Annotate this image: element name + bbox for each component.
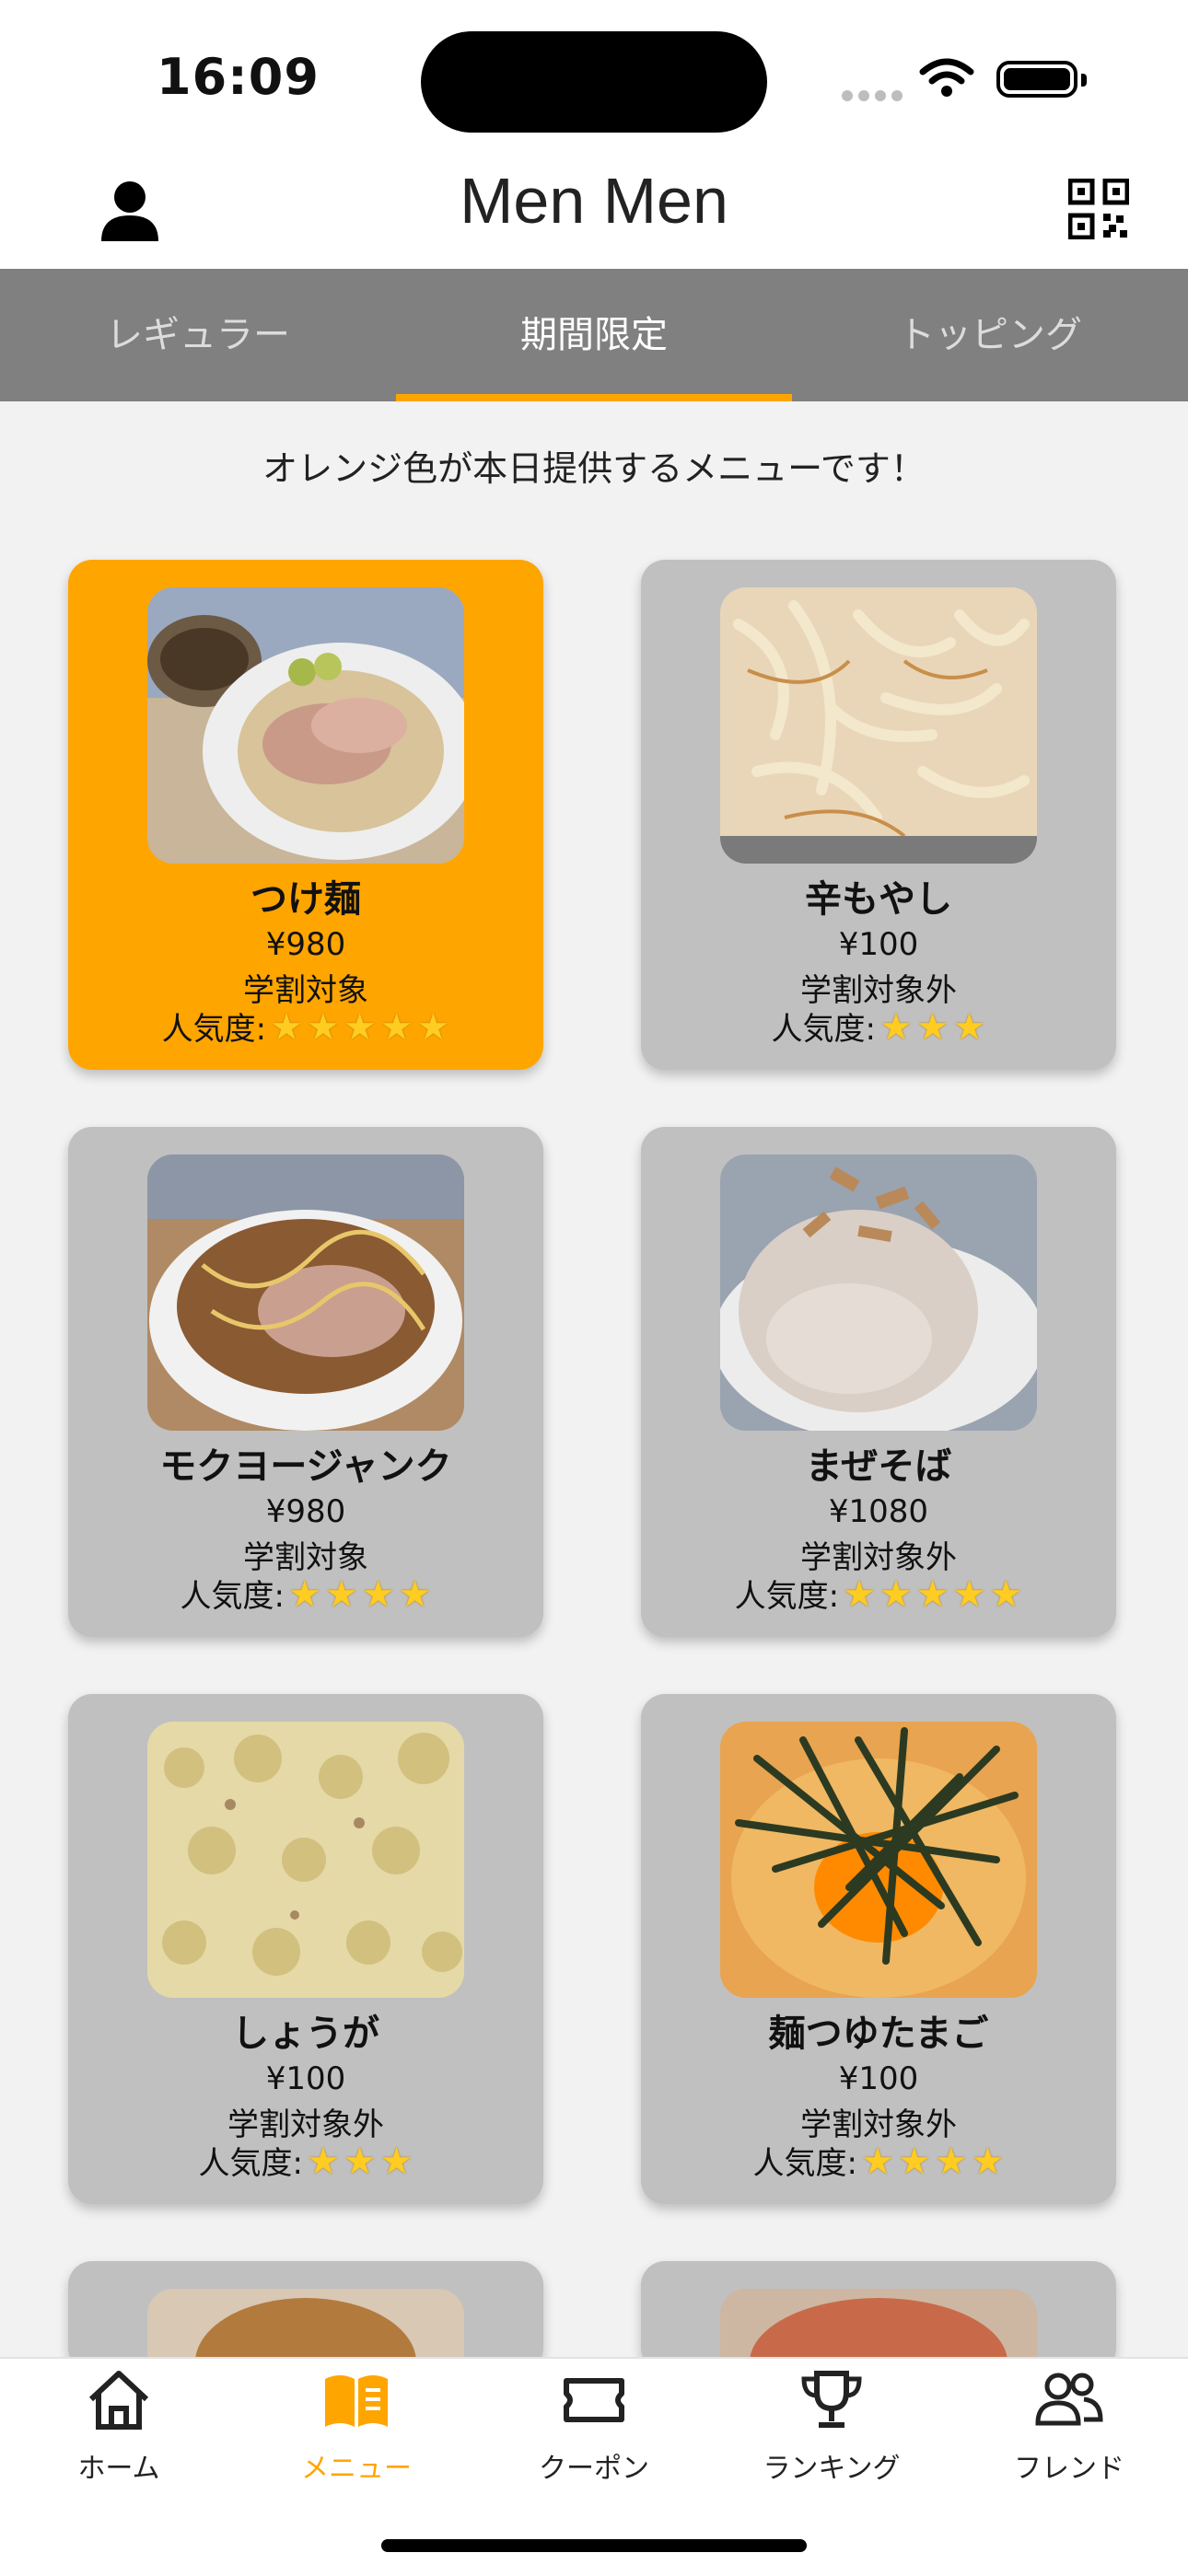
junk-noodle-photo	[147, 1155, 464, 1431]
menu-card[interactable]: モクヨージャンク ¥980 学割対象 人気度: ★ ★ ★ ★	[68, 1127, 543, 1637]
star-icon: ★	[934, 2141, 968, 2183]
ginger-photo	[147, 1722, 464, 1998]
tab-limited[interactable]: 期間限定	[396, 269, 792, 401]
nav-label: ランキング	[763, 2453, 901, 2485]
popularity-label: 人気度:	[180, 1578, 285, 1615]
nav-coupon[interactable]: クーポン	[475, 2368, 713, 2486]
nav-ranking[interactable]: ランキング	[713, 2368, 950, 2486]
star-icon: ★	[306, 2141, 340, 2183]
star-rating: ★ ★ ★	[303, 2141, 413, 2183]
star-icon: ★	[952, 1006, 986, 1049]
star-icon: ★	[343, 2141, 377, 2183]
menu-card[interactable]: つけ麺 ¥980 学割対象 人気度: ★ ★ ★ ★ ★	[68, 560, 543, 1070]
menu-name: まぜそば	[805, 1445, 952, 1488]
nav-home[interactable]: ホーム	[0, 2368, 238, 2486]
nav-label: ホーム	[77, 2453, 160, 2485]
menu-price: ¥1080	[828, 1493, 929, 1530]
star-icon: ★	[306, 1006, 340, 1049]
star-icon: ★	[288, 1573, 321, 1616]
mazesoba-photo	[720, 1155, 1037, 1431]
star-icon: ★	[361, 1573, 395, 1616]
popularity-label: 人気度:	[752, 2145, 858, 2182]
signal-icon	[842, 87, 908, 105]
star-rating: ★ ★ ★ ★ ★	[266, 1006, 449, 1049]
nav-label: クーポン	[539, 2453, 649, 2485]
popularity-label: 人気度:	[198, 2145, 303, 2182]
nav-label: フレンド	[1014, 2453, 1124, 2485]
star-icon: ★	[324, 1573, 358, 1616]
popularity-rating: 人気度: ★ ★ ★ ★	[641, 2138, 1116, 2183]
app-header: Men Men	[0, 147, 1188, 269]
menu-card[interactable]: 麺つゆたまご ¥100 学割対象外 人気度: ★ ★ ★ ★	[641, 1694, 1116, 2204]
menu-card[interactable]	[68, 2261, 543, 2385]
popularity-label: 人気度:	[161, 1011, 267, 1048]
menu-name: 辛もやし	[805, 878, 952, 921]
star-rating: ★ ★ ★	[876, 1006, 986, 1049]
menu-name: モクヨージャンク	[159, 1445, 452, 1488]
popularity-rating: 人気度: ★ ★ ★	[68, 2138, 543, 2183]
star-icon: ★	[879, 1006, 913, 1049]
menu-price: ¥980	[265, 1493, 346, 1530]
menu-name: しょうが	[232, 2013, 379, 2055]
popularity-label: 人気度:	[734, 1578, 840, 1615]
friends-icon	[1035, 2373, 1103, 2426]
star-icon: ★	[861, 2141, 894, 2183]
star-rating: ★ ★ ★ ★ ★	[839, 1573, 1022, 1616]
nav-menu[interactable]: メニュー	[238, 2368, 475, 2486]
menu-price: ¥980	[265, 926, 346, 963]
popularity-label: 人気度:	[771, 1011, 876, 1048]
star-icon: ★	[379, 2141, 413, 2183]
nav-friend[interactable]: フレンド	[950, 2368, 1188, 2486]
moyashi-photo	[720, 587, 1037, 864]
dynamic-island	[421, 31, 767, 133]
qr-code-icon[interactable]	[1068, 179, 1129, 239]
wifi-icon	[919, 58, 974, 97]
menu-price: ¥100	[265, 2060, 346, 2097]
status-bar: 16:09	[0, 0, 1188, 147]
popularity-rating: 人気度: ★ ★ ★	[641, 1004, 1116, 1049]
star-icon: ★	[989, 1573, 1023, 1616]
status-time: 16:09	[157, 48, 320, 106]
menu-card[interactable]: しょうが ¥100 学割対象外 人気度: ★ ★ ★	[68, 1694, 543, 2204]
star-icon: ★	[897, 2141, 931, 2183]
menu-book-icon	[325, 2375, 388, 2427]
star-icon: ★	[915, 1573, 949, 1616]
menu-price: ¥100	[838, 926, 919, 963]
menu-price: ¥100	[838, 2060, 919, 2097]
menu-card[interactable]	[641, 2261, 1116, 2385]
popularity-rating: 人気度: ★ ★ ★ ★ ★	[641, 1571, 1116, 1616]
app-title: Men Men	[460, 165, 728, 237]
star-icon: ★	[952, 1573, 986, 1616]
egg-photo	[720, 1722, 1037, 1998]
menu-name: つけ麺	[250, 878, 361, 921]
star-icon: ★	[915, 1006, 949, 1049]
menu-card[interactable]: 辛もやし ¥100 学割対象外 人気度: ★ ★ ★	[641, 560, 1116, 1070]
star-rating: ★ ★ ★ ★	[285, 1573, 431, 1616]
trophy-icon	[801, 2371, 862, 2428]
star-icon: ★	[843, 1573, 876, 1616]
menu-card[interactable]: まぜそば ¥1080 学割対象外 人気度: ★ ★ ★ ★ ★	[641, 1127, 1116, 1637]
star-icon: ★	[270, 1006, 303, 1049]
star-rating: ★ ★ ★ ★	[857, 2141, 1004, 2183]
menu-name: 麺つゆたまご	[768, 2013, 989, 2055]
home-indicator	[381, 2539, 807, 2552]
popularity-rating: 人気度: ★ ★ ★ ★	[68, 1571, 543, 1616]
popularity-rating: 人気度: ★ ★ ★ ★ ★	[68, 1004, 543, 1049]
star-icon: ★	[343, 1006, 377, 1049]
category-tabs: レギュラー 期間限定 トッピング	[0, 269, 1188, 401]
tsukemen-photo	[147, 587, 464, 864]
star-icon: ★	[416, 1006, 450, 1049]
ticket-icon	[564, 2378, 624, 2422]
star-icon: ★	[398, 1573, 432, 1616]
tab-topping[interactable]: トッピング	[792, 269, 1188, 401]
star-icon: ★	[879, 1573, 913, 1616]
home-icon	[88, 2371, 149, 2430]
tab-regular[interactable]: レギュラー	[0, 269, 396, 401]
star-icon: ★	[971, 2141, 1005, 2183]
menu-notice: オレンジ色が本日提供するメニューです！	[262, 448, 926, 489]
battery-icon	[996, 61, 1087, 98]
nav-label: メニュー	[301, 2453, 412, 2485]
star-icon: ★	[379, 1006, 413, 1049]
